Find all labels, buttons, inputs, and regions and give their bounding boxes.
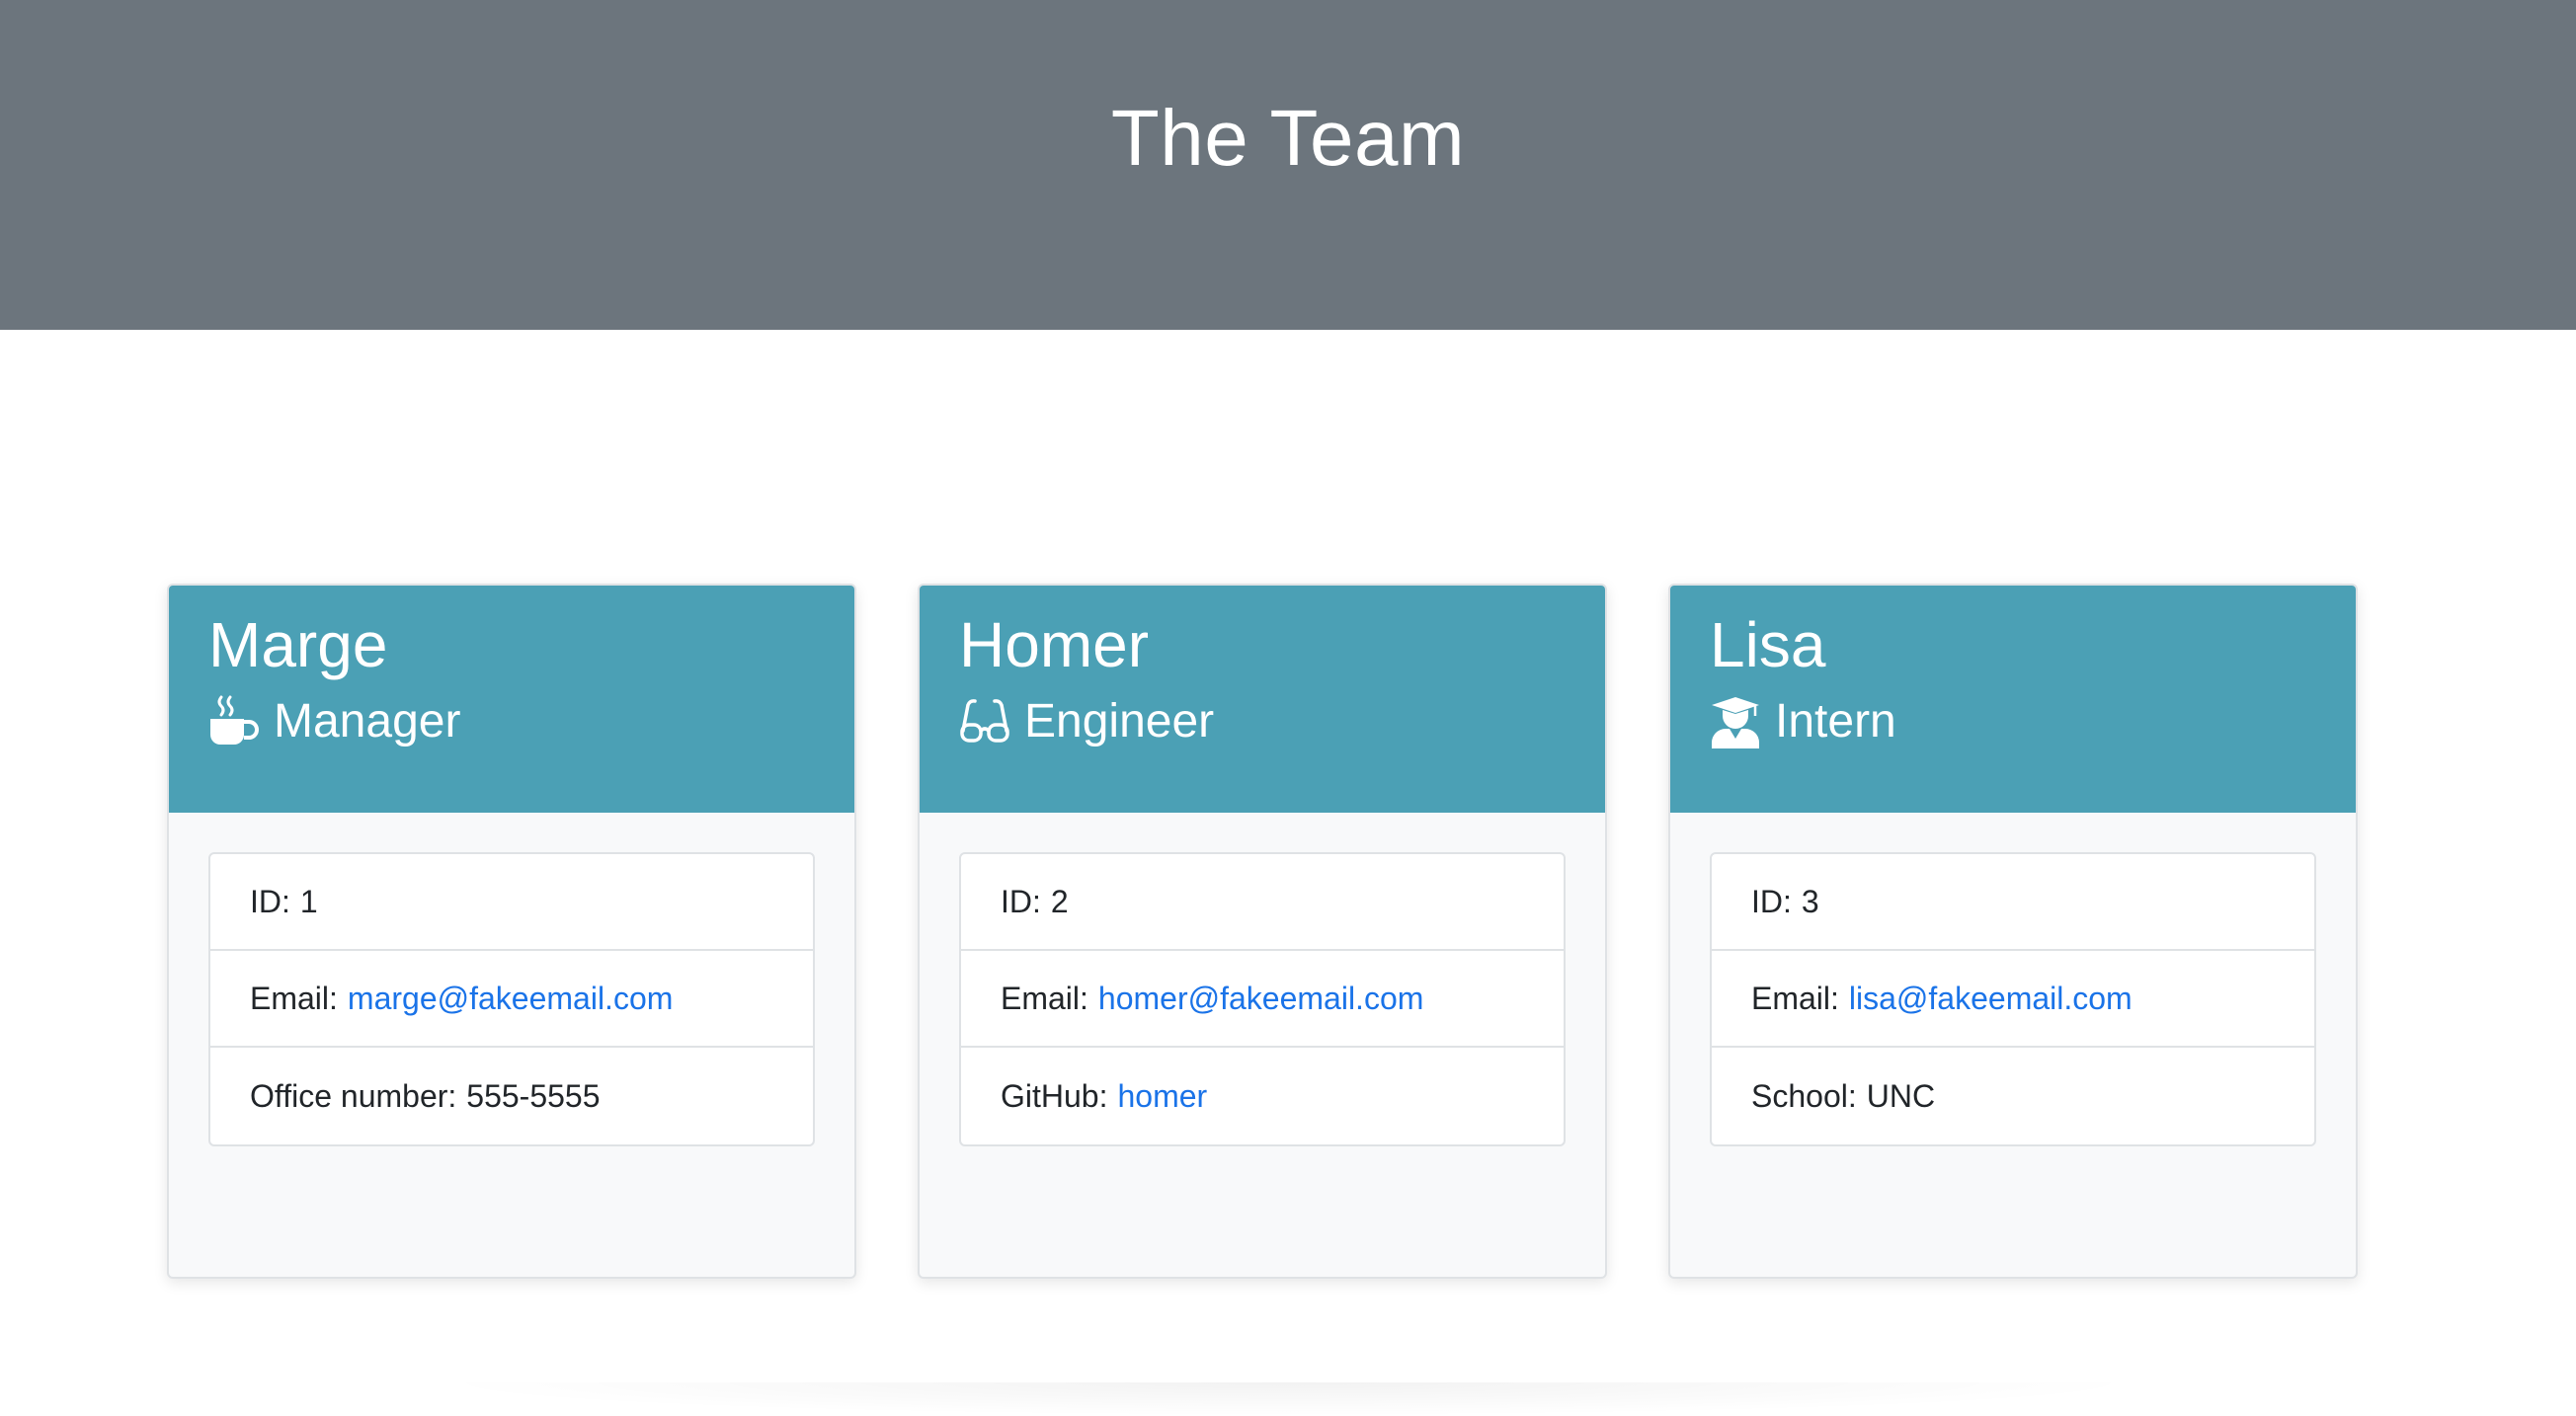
office-number: 555-5555 [466, 1077, 601, 1114]
team-cards: Marge Manager ID: 1 Email: marge@fakeema… [167, 584, 2362, 1279]
card-body: ID: 3 Email: lisa@fakeemail.com School: … [1670, 813, 2356, 1146]
graduate-icon [1710, 695, 1761, 748]
email-link[interactable]: marge@fakeemail.com [348, 981, 673, 1017]
email-label: Email: [1001, 980, 1088, 1016]
card-header: Lisa Intern [1670, 586, 2356, 813]
list-item-id: ID: 1 [210, 854, 813, 951]
footer-shadow [425, 1382, 2153, 1416]
list-item-github: GitHub: homer [961, 1048, 1564, 1144]
list-item-office: Office number: 555-5555 [210, 1048, 813, 1144]
employee-name: Homer [959, 609, 1150, 680]
employee-role: Engineer [959, 693, 1605, 750]
details-list: ID: 1 Email: marge@fakeemail.com Office … [208, 852, 815, 1146]
role-label: Intern [1775, 694, 1896, 747]
github-label: GitHub: [1001, 1077, 1108, 1114]
school-value: UNC [1866, 1077, 1936, 1114]
id-label: ID: [250, 883, 290, 919]
card-header: Marge Manager [169, 586, 854, 813]
list-item-school: School: UNC [1712, 1048, 2314, 1144]
employee-name: Marge [208, 609, 388, 680]
id-label: ID: [1001, 883, 1041, 919]
list-item-id: ID: 3 [1712, 854, 2314, 951]
role-label: Manager [274, 694, 461, 747]
page-header: The Team [0, 0, 2576, 330]
list-item-email: Email: lisa@fakeemail.com [1712, 951, 2314, 1048]
list-item-email: Email: marge@fakeemail.com [210, 951, 813, 1048]
email-label: Email: [1751, 980, 1839, 1016]
employee-name: Lisa [1710, 609, 1826, 680]
employee-card-lisa: Lisa Intern ID: 3 Email: lisa@fakeemail.… [1668, 584, 2358, 1279]
coffee-mug-icon [208, 695, 260, 748]
card-header: Homer Engineer [920, 586, 1605, 813]
employee-card-homer: Homer Engineer ID: 2 Email: homer@fakeem… [918, 584, 1607, 1279]
list-item-email: Email: homer@fakeemail.com [961, 951, 1564, 1048]
email-link[interactable]: lisa@fakeemail.com [1849, 981, 2133, 1017]
id-value: 3 [1801, 883, 1819, 919]
card-body: ID: 2 Email: homer@fakeemail.com GitHub:… [920, 813, 1605, 1146]
email-link[interactable]: homer@fakeemail.com [1098, 981, 1423, 1017]
details-list: ID: 2 Email: homer@fakeemail.com GitHub:… [959, 852, 1566, 1146]
github-link[interactable]: homer [1117, 1078, 1207, 1115]
id-value: 1 [299, 883, 318, 919]
page-title: The Team [1110, 94, 1466, 182]
id-label: ID: [1751, 883, 1792, 919]
role-label: Engineer [1024, 694, 1215, 747]
employee-role: Intern [1710, 693, 2356, 750]
school-label: School: [1751, 1077, 1857, 1114]
details-list: ID: 3 Email: lisa@fakeemail.com School: … [1710, 852, 2316, 1146]
office-label: Office number: [250, 1077, 457, 1114]
card-body: ID: 1 Email: marge@fakeemail.com Office … [169, 813, 854, 1146]
list-item-id: ID: 2 [961, 854, 1564, 951]
employee-role: Manager [208, 693, 854, 750]
email-label: Email: [250, 980, 338, 1016]
glasses-icon [959, 695, 1010, 748]
id-value: 2 [1050, 883, 1069, 919]
employee-card-marge: Marge Manager ID: 1 Email: marge@fakeema… [167, 584, 856, 1279]
